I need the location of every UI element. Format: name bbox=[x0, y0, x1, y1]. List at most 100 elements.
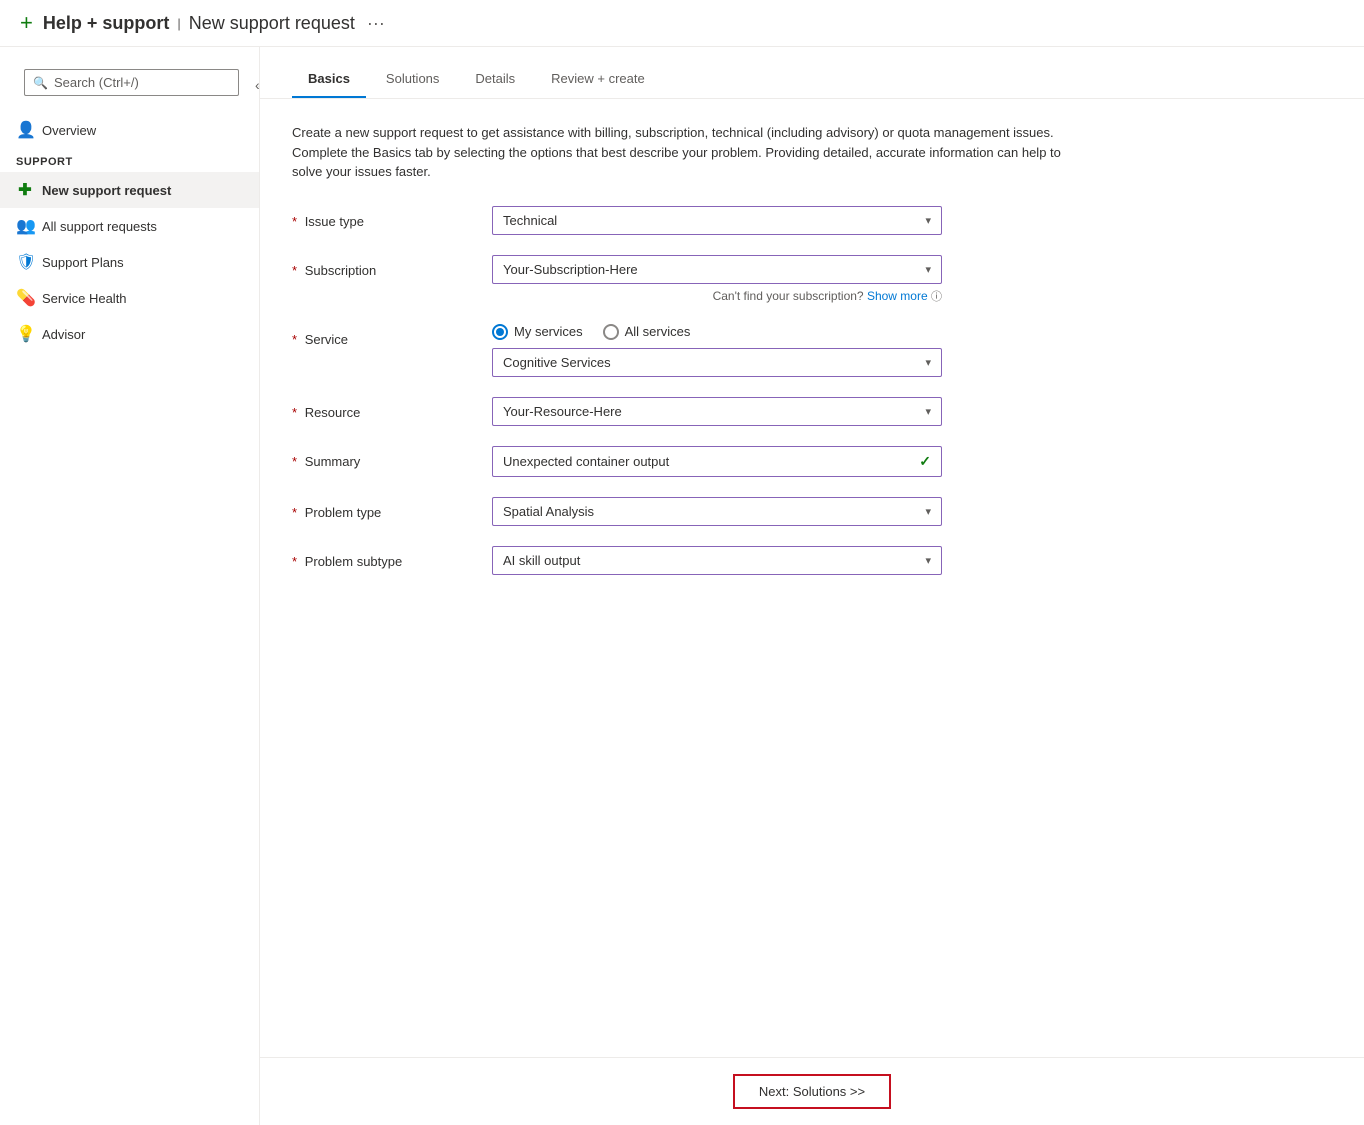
new-request-icon: ✚ bbox=[16, 180, 34, 200]
sidebar-item-service-health[interactable]: 💊 Service Health bbox=[0, 280, 259, 316]
radio-my-services-circle bbox=[492, 324, 508, 340]
collapse-sidebar-button[interactable]: « bbox=[251, 73, 260, 97]
page-subtitle: New support request bbox=[189, 13, 355, 34]
support-plans-icon: 🛡 bbox=[16, 252, 34, 272]
sidebar-section-support: Support bbox=[0, 148, 259, 172]
problem-subtype-value: AI skill output bbox=[503, 553, 580, 568]
header-divider: | bbox=[177, 16, 180, 31]
problem-type-row: * Problem type Spatial Analysis ▾ bbox=[292, 497, 1332, 526]
resource-control: Your-Resource-Here ▾ bbox=[492, 397, 942, 426]
tabs-bar: Basics Solutions Details Review + create bbox=[260, 47, 1364, 99]
app-title: Help + support bbox=[43, 13, 170, 34]
problem-type-dropdown[interactable]: Spatial Analysis ▾ bbox=[492, 497, 942, 526]
all-requests-icon: 👥 bbox=[16, 216, 34, 236]
summary-control: ✓ bbox=[492, 446, 942, 477]
issue-type-label: * Issue type bbox=[292, 206, 492, 229]
service-radio-group: My services All services bbox=[492, 324, 942, 340]
summary-input-wrapper[interactable]: ✓ bbox=[492, 446, 942, 477]
service-control: My services All services Cognitive Servi… bbox=[492, 324, 942, 377]
description-line2: Complete the Basics tab by selecting the… bbox=[292, 145, 1061, 180]
problem-subtype-chevron: ▾ bbox=[925, 554, 931, 567]
resource-chevron: ▾ bbox=[925, 405, 931, 418]
problem-subtype-row: * Problem subtype AI skill output ▾ bbox=[292, 546, 1332, 575]
issue-type-row: * Issue type Technical ▾ bbox=[292, 206, 1332, 235]
radio-all-services-circle bbox=[603, 324, 619, 340]
search-box[interactable]: 🔍 bbox=[24, 69, 239, 96]
issue-type-value: Technical bbox=[503, 213, 557, 228]
sidebar-item-service-health-label: Service Health bbox=[42, 291, 127, 306]
tab-solutions[interactable]: Solutions bbox=[370, 63, 455, 98]
search-icon: 🔍 bbox=[33, 76, 48, 90]
resource-row: * Resource Your-Resource-Here ▾ bbox=[292, 397, 1332, 426]
main-container: 🔍 « 👤 Overview Support ✚ New support req… bbox=[0, 47, 1364, 1125]
sidebar-item-support-plans[interactable]: 🛡 Support Plans bbox=[0, 244, 259, 280]
required-star-pt: * bbox=[292, 505, 297, 520]
search-row: 🔍 « bbox=[0, 57, 259, 112]
sidebar-item-support-plans-label: Support Plans bbox=[42, 255, 124, 270]
service-row: * Service My services All services bbox=[292, 324, 1332, 377]
info-icon: ⓘ bbox=[931, 291, 942, 303]
footer: Next: Solutions >> bbox=[260, 1057, 1364, 1125]
summary-row: * Summary ✓ bbox=[292, 446, 1332, 477]
issue-type-dropdown[interactable]: Technical ▾ bbox=[492, 206, 942, 235]
required-star-sub: * bbox=[292, 263, 297, 278]
subscription-label: * Subscription bbox=[292, 255, 492, 278]
subscription-value: Your-Subscription-Here bbox=[503, 262, 638, 277]
radio-all-services[interactable]: All services bbox=[603, 324, 691, 340]
description-line1: Create a new support request to get assi… bbox=[292, 125, 1054, 140]
service-value: Cognitive Services bbox=[503, 355, 611, 370]
summary-label: * Summary bbox=[292, 446, 492, 469]
problem-type-chevron: ▾ bbox=[925, 505, 931, 518]
required-star-ps: * bbox=[292, 554, 297, 569]
problem-type-value: Spatial Analysis bbox=[503, 504, 594, 519]
description-text: Create a new support request to get assi… bbox=[292, 123, 1072, 182]
resource-label: * Resource bbox=[292, 397, 492, 420]
resource-value: Your-Resource-Here bbox=[503, 404, 622, 419]
resource-dropdown[interactable]: Your-Resource-Here ▾ bbox=[492, 397, 942, 426]
subscription-dropdown[interactable]: Your-Subscription-Here ▾ bbox=[492, 255, 942, 284]
show-more-link[interactable]: Show more bbox=[867, 289, 928, 303]
sidebar-item-new-support-label: New support request bbox=[42, 183, 171, 198]
form-content: Create a new support request to get assi… bbox=[260, 99, 1364, 1057]
tab-basics[interactable]: Basics bbox=[292, 63, 366, 98]
sidebar-item-new-support-request[interactable]: ✚ New support request bbox=[0, 172, 259, 208]
advisor-icon: 💡 bbox=[16, 324, 34, 344]
problem-subtype-control: AI skill output ▾ bbox=[492, 546, 942, 575]
service-chevron: ▾ bbox=[925, 356, 931, 369]
plus-icon: + bbox=[20, 10, 33, 36]
radio-my-services[interactable]: My services bbox=[492, 324, 583, 340]
tab-review-create[interactable]: Review + create bbox=[535, 63, 661, 98]
problem-type-control: Spatial Analysis ▾ bbox=[492, 497, 942, 526]
sidebar-item-overview[interactable]: 👤 Overview bbox=[0, 112, 259, 148]
subscription-control: Your-Subscription-Here ▾ Can't find your… bbox=[492, 255, 942, 304]
problem-subtype-dropdown[interactable]: AI skill output ▾ bbox=[492, 546, 942, 575]
service-health-icon: 💊 bbox=[16, 288, 34, 308]
required-star-res: * bbox=[292, 405, 297, 420]
main-content: Basics Solutions Details Review + create… bbox=[260, 47, 1364, 1125]
overview-icon: 👤 bbox=[16, 120, 34, 140]
issue-type-control: Technical ▾ bbox=[492, 206, 942, 235]
issue-type-chevron: ▾ bbox=[925, 214, 931, 227]
search-input[interactable] bbox=[54, 75, 230, 90]
required-star-svc: * bbox=[292, 332, 297, 347]
sidebar: 🔍 « 👤 Overview Support ✚ New support req… bbox=[0, 47, 260, 1125]
sidebar-item-all-support-requests[interactable]: 👥 All support requests bbox=[0, 208, 259, 244]
service-dropdown[interactable]: Cognitive Services ▾ bbox=[492, 348, 942, 377]
sidebar-item-advisor-label: Advisor bbox=[42, 327, 85, 342]
sidebar-item-all-requests-label: All support requests bbox=[42, 219, 157, 234]
radio-my-services-label: My services bbox=[514, 324, 583, 339]
service-label: * Service bbox=[292, 324, 492, 347]
summary-input[interactable] bbox=[503, 454, 919, 469]
cant-find-subscription: Can't find your subscription? Show more … bbox=[492, 288, 942, 304]
tab-details[interactable]: Details bbox=[459, 63, 531, 98]
radio-all-services-label: All services bbox=[625, 324, 691, 339]
sidebar-item-overview-label: Overview bbox=[42, 123, 96, 138]
subscription-row: * Subscription Your-Subscription-Here ▾ … bbox=[292, 255, 1332, 304]
problem-type-label: * Problem type bbox=[292, 497, 492, 520]
header: + Help + support | New support request ·… bbox=[0, 0, 1364, 47]
more-options[interactable]: ··· bbox=[367, 13, 385, 34]
sidebar-item-advisor[interactable]: 💡 Advisor bbox=[0, 316, 259, 352]
next-solutions-button[interactable]: Next: Solutions >> bbox=[733, 1074, 891, 1109]
required-star: * bbox=[292, 214, 297, 229]
summary-check-icon: ✓ bbox=[919, 453, 931, 470]
